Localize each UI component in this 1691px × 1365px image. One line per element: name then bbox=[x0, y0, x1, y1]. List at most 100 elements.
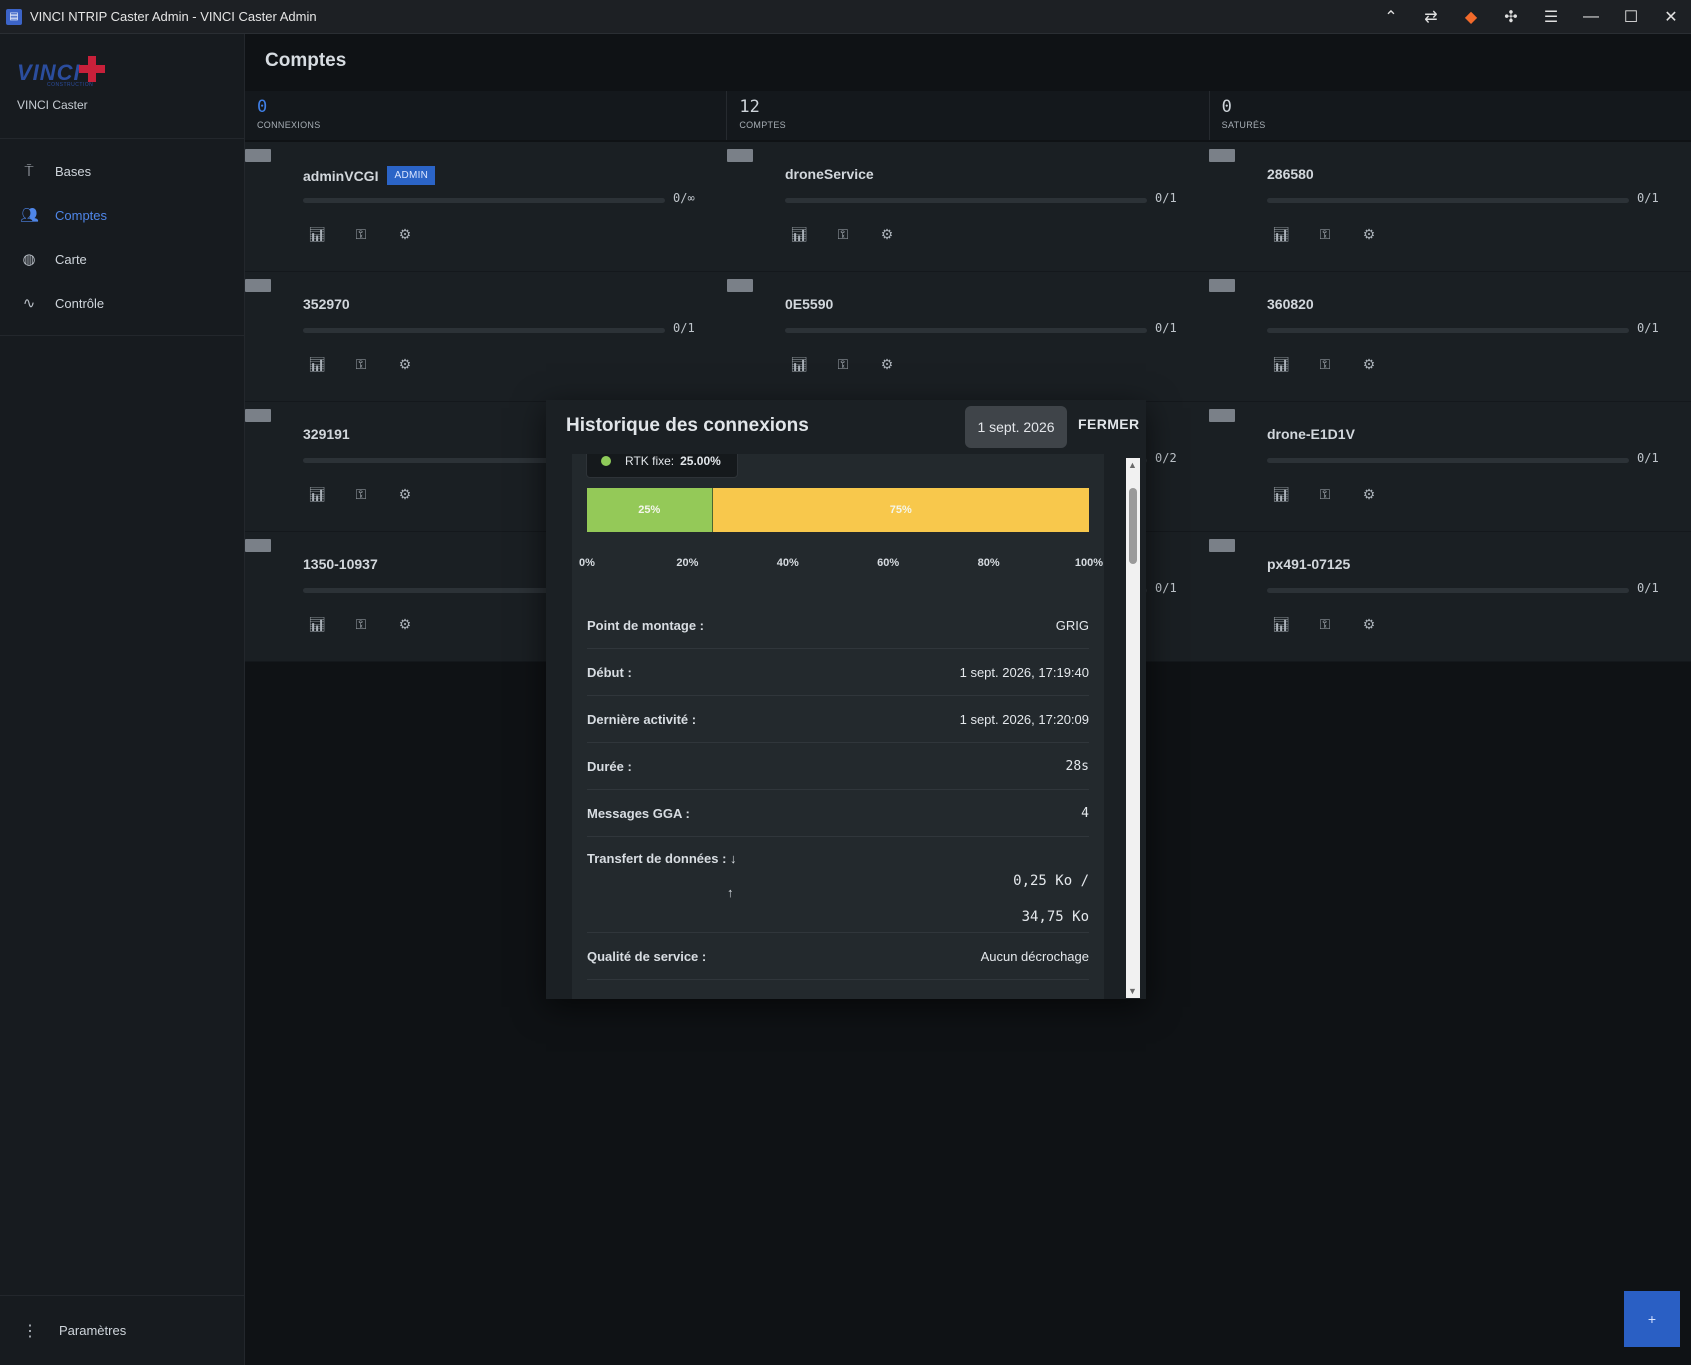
usage-bar bbox=[1267, 198, 1629, 203]
account-card: 352970 0/1 📊︎ ⚿ ⚙ bbox=[245, 272, 727, 402]
stats-chart-icon[interactable]: 📊︎ bbox=[789, 356, 809, 373]
stat-value: 12 bbox=[739, 97, 760, 117]
translate-icon[interactable]: ⇄ bbox=[1411, 0, 1451, 34]
settings-sliders-icon[interactable]: ⚙ bbox=[395, 356, 415, 373]
dialog-body[interactable]: RTK fixe: 25.00% 25% 75% 0% 20% 40% 60% 80% 10… bbox=[572, 454, 1104, 999]
sidebar-item-label: Contrôle bbox=[55, 295, 105, 311]
pulse-icon: ∿ bbox=[22, 295, 36, 312]
connection-history-dialog: Historique des connexions 1 sept. 2026 F… bbox=[546, 400, 1146, 999]
sidebar-item-carte[interactable]: ◍ Carte bbox=[0, 237, 244, 281]
settings-button[interactable]: ⋮ Paramètres bbox=[0, 1295, 245, 1365]
admin-badge: ADMIN bbox=[387, 166, 436, 185]
usage-capacity: 0/1 bbox=[1637, 581, 1659, 595]
account-actions: 📊︎ ⚿ ⚙ bbox=[1271, 486, 1379, 503]
stats-chart-icon[interactable]: 📊︎ bbox=[789, 226, 809, 243]
key-icon[interactable]: ⚿ bbox=[1315, 226, 1335, 243]
account-card: 360820 0/1 📊︎ ⚿ ⚙ bbox=[1209, 272, 1691, 402]
key-icon[interactable]: ⚿ bbox=[351, 356, 371, 373]
users-icon: 👥︎ bbox=[20, 207, 40, 224]
settings-sliders-icon[interactable]: ⚙ bbox=[1359, 486, 1379, 503]
stats-chart-icon[interactable]: 📊︎ bbox=[1271, 616, 1291, 633]
key-icon[interactable]: ⚿ bbox=[351, 226, 371, 243]
close-window-button[interactable]: ✕ bbox=[1651, 0, 1691, 34]
usage-bar bbox=[303, 198, 665, 203]
caster-name: VINCI Caster bbox=[17, 98, 88, 112]
sidebar-item-comptes[interactable]: 👥︎ Comptes bbox=[0, 193, 244, 237]
minimize-button[interactable]: — bbox=[1571, 0, 1611, 34]
detail-label: Transfert de données : ↓ ↑ bbox=[587, 851, 737, 900]
key-icon[interactable]: ⚿ bbox=[1315, 486, 1335, 503]
logo-cross-icon bbox=[78, 56, 105, 82]
sidebar-item-controle[interactable]: ∿ Contrôle bbox=[0, 281, 244, 325]
scrollbar-thumb[interactable] bbox=[1129, 488, 1137, 564]
rtk-quality-chart: 25% 75% bbox=[587, 488, 1089, 532]
chevron-up-icon[interactable]: ⌃ bbox=[1371, 0, 1411, 34]
account-name: 1350-10937 bbox=[303, 556, 378, 572]
stats-chart-icon[interactable]: 📊︎ bbox=[1271, 226, 1291, 243]
detail-row: Messages GGA : 4 bbox=[587, 790, 1089, 837]
sidebar-item-label: Bases bbox=[55, 163, 92, 179]
settings-sliders-icon[interactable]: ⚙ bbox=[395, 486, 415, 503]
settings-sliders-icon[interactable]: ⚙ bbox=[877, 226, 897, 243]
key-icon[interactable]: ⚿ bbox=[833, 356, 853, 373]
stack-bar-segment[interactable]: 25% bbox=[587, 488, 713, 532]
key-icon[interactable]: ⚿ bbox=[351, 616, 371, 633]
stat-satures: 0 SATURÉS bbox=[1210, 91, 1691, 140]
sidebar-item-label: Carte bbox=[55, 251, 87, 267]
account-name: px491-07125 bbox=[1267, 556, 1351, 572]
stats-chart-icon[interactable]: 📊︎ bbox=[307, 356, 327, 373]
scroll-down-icon[interactable]: ▼ bbox=[1128, 986, 1137, 996]
settings-sliders-icon[interactable]: ⚙ bbox=[877, 356, 897, 373]
scroll-up-icon[interactable]: ▲ bbox=[1128, 460, 1137, 470]
date-picker-button[interactable]: 1 sept. 2026 bbox=[965, 406, 1067, 448]
detail-row: Point de montage : GRIG bbox=[587, 602, 1089, 649]
settings-sliders-icon[interactable]: ⚙ bbox=[395, 226, 415, 243]
stats-chart-icon[interactable]: 📊︎ bbox=[307, 226, 327, 243]
stats-chart-icon[interactable]: 📊︎ bbox=[307, 616, 327, 633]
sidebar-item-bases[interactable]: ⍑ Bases bbox=[0, 149, 244, 193]
settings-sliders-icon[interactable]: ⚙ bbox=[1359, 226, 1379, 243]
stat-label: SATURÉS bbox=[1221, 120, 1266, 130]
key-icon[interactable]: ⚿ bbox=[1315, 356, 1335, 373]
stats-chart-icon[interactable]: 📊︎ bbox=[1271, 486, 1291, 503]
account-actions: 📊︎ ⚿ ⚙ bbox=[1271, 226, 1379, 243]
transfer-up-value: 34,75 Ko bbox=[1021, 909, 1089, 925]
x-tick-label: 0% bbox=[579, 557, 595, 569]
stack-bar-segment[interactable]: 75% bbox=[712, 488, 1089, 532]
account-card: 0E5590 0/1 📊︎ ⚿ ⚙ bbox=[727, 272, 1209, 402]
account-name: droneService bbox=[785, 166, 874, 182]
stat-comptes: 12 COMPTES bbox=[727, 91, 1210, 140]
account-actions: 📊︎ ⚿ ⚙ bbox=[789, 356, 897, 373]
brave-shield-icon[interactable]: ◆ bbox=[1451, 0, 1491, 34]
detail-label: Point de montage : bbox=[587, 617, 704, 633]
settings-sliders-icon[interactable]: ⚙ bbox=[1359, 356, 1379, 373]
key-icon[interactable]: ⚿ bbox=[833, 226, 853, 243]
stats-chart-icon[interactable]: 📊︎ bbox=[1271, 356, 1291, 373]
settings-sliders-icon[interactable]: ⚙ bbox=[395, 616, 415, 633]
add-account-button[interactable]: + bbox=[1624, 1291, 1680, 1347]
usage-capacity: 0/1 bbox=[1637, 451, 1659, 465]
close-dialog-button[interactable]: FERMER bbox=[1078, 416, 1140, 432]
account-actions: 📊︎ ⚿ ⚙ bbox=[307, 356, 415, 373]
maximize-button[interactable]: ☐ bbox=[1611, 0, 1651, 34]
usage-capacity: 0/1 bbox=[1637, 191, 1659, 205]
dialog-header: Historique des connexions 1 sept. 2026 F… bbox=[546, 400, 1146, 454]
menu-icon[interactable]: ☰ bbox=[1531, 0, 1571, 34]
dialog-scrollbar[interactable]: ▲ ▼ bbox=[1126, 458, 1140, 998]
account-actions: 📊︎ ⚿ ⚙ bbox=[1271, 616, 1379, 633]
detail-label: Messages GGA : bbox=[587, 805, 690, 821]
account-actions: 📊︎ ⚿ ⚙ bbox=[1271, 356, 1379, 373]
usage-capacity: 0/∞ bbox=[673, 191, 695, 205]
key-icon[interactable]: ⚿ bbox=[351, 486, 371, 503]
usage-bar bbox=[785, 328, 1147, 333]
account-actions: 📊︎ ⚿ ⚙ bbox=[307, 616, 415, 633]
detail-label: Qualité de service : bbox=[587, 948, 707, 964]
detail-value: Aucun décrochage bbox=[980, 948, 1089, 964]
account-name: 286580 bbox=[1267, 166, 1314, 182]
settings-sliders-icon[interactable]: ⚙ bbox=[1359, 616, 1379, 633]
stats-chart-icon[interactable]: 📊︎ bbox=[307, 486, 327, 503]
extensions-icon[interactable]: ✣ bbox=[1491, 0, 1531, 34]
key-icon[interactable]: ⚿ bbox=[1315, 616, 1335, 633]
detail-value: GRIG bbox=[1055, 617, 1089, 633]
tooltip-label: RTK fixe: bbox=[625, 454, 675, 468]
